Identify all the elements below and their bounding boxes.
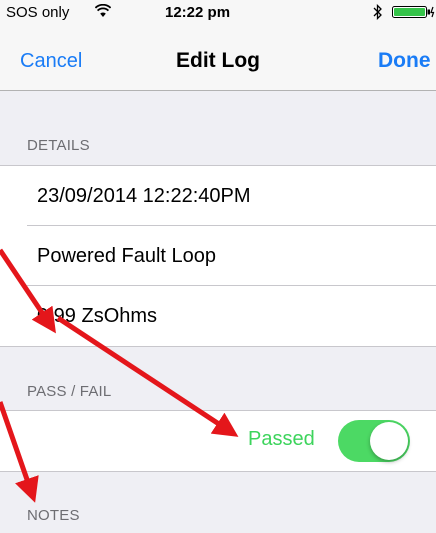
navigation-bar: Cancel Edit Log Done [0,30,436,91]
wifi-icon [95,4,111,17]
status-bar: SOS only 12:22 pm [0,0,436,30]
detail-row-test-type[interactable]: Powered Fault Loop [0,226,436,286]
details-group: 23/09/2014 12:22:40PM Powered Fault Loop… [0,165,436,347]
done-button[interactable]: Done [378,49,431,73]
datetime-value: 23/09/2014 12:22:40PM [37,185,251,207]
bluetooth-icon [373,4,382,20]
details-section-header: DETAILS [27,137,90,154]
toggle-knob [370,422,408,460]
page-title: Edit Log [176,49,260,72]
pass-fail-group: Passed [0,410,436,472]
pass-status-label: Passed [248,428,315,450]
detail-row-datetime[interactable]: 23/09/2014 12:22:40PM [0,166,436,226]
notes-section-header: NOTES [27,507,80,524]
app-screen: SOS only 12:22 pm Cancel Edit Log Done D… [0,0,436,533]
reading-value: 0.99 ZsOhms [37,305,158,327]
pass-fail-toggle[interactable] [338,420,410,462]
test-type-value: Powered Fault Loop [37,245,217,267]
detail-row-reading[interactable]: 0.99 ZsOhms [0,286,436,346]
battery-icon [392,6,435,18]
clock-label: 12:22 pm [165,4,231,21]
carrier-label: SOS only [6,4,70,21]
pass-fail-section-header: PASS / FAIL [27,383,112,400]
